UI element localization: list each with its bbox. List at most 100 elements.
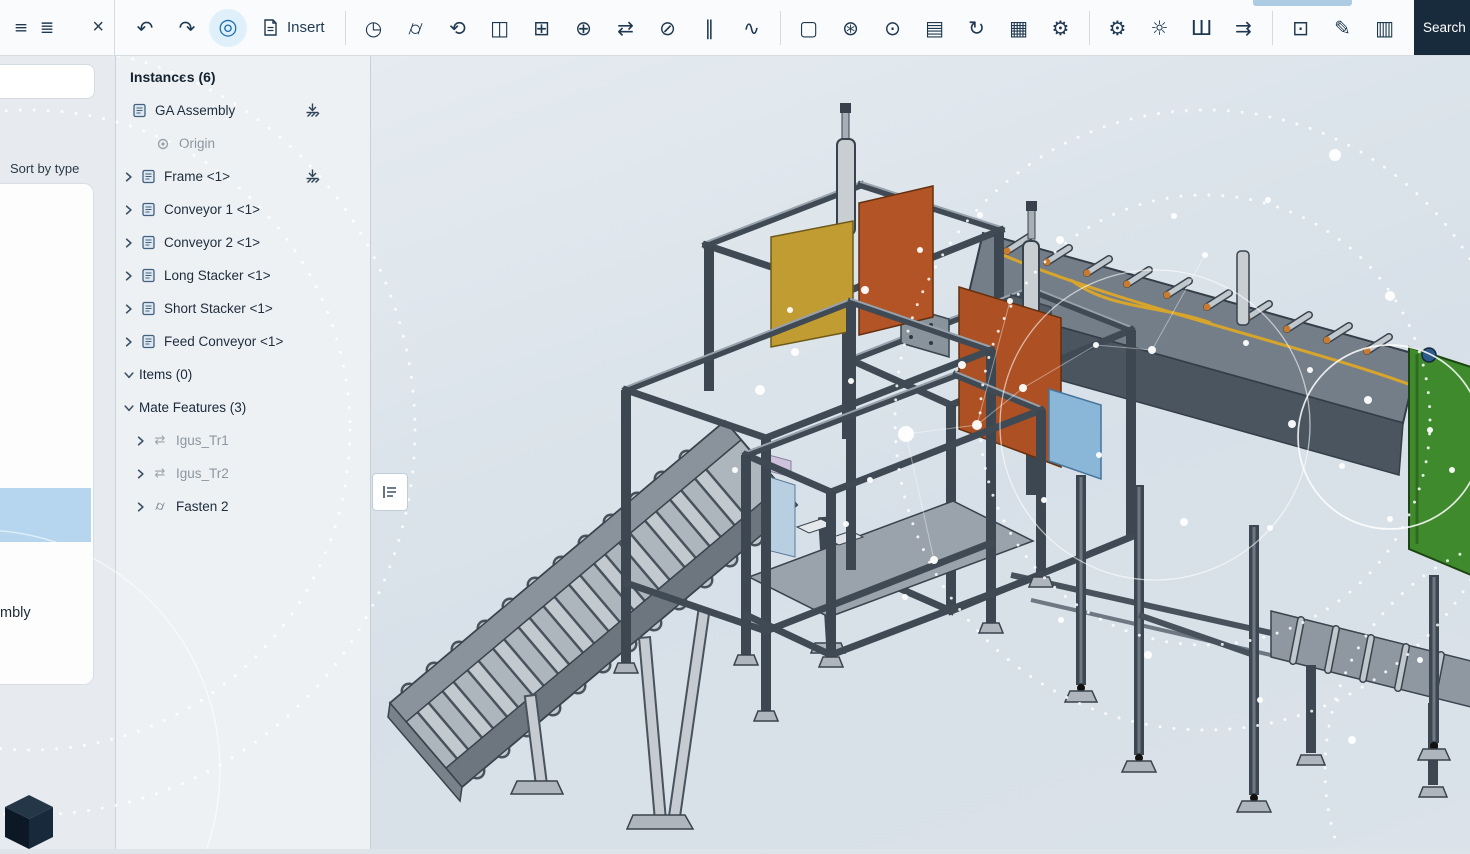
gear-feature-icon[interactable]: ⚙ [1098,8,1138,48]
part-studio-icon [139,267,157,285]
mate-features-list: ⇄ Igus_Tr1 ⇄ Igus_Tr2 ⌭ Fasten 2 [116,424,370,523]
origin-icon [154,135,172,153]
fixed-anchor-icon [304,168,322,185]
instance-label: Frame <1> [164,169,230,184]
instances-parts: Frame <1> Conveyor 1 <1> Conveyor 2 <1> [116,160,370,358]
rack-feature-icon[interactable]: Ш [1182,8,1222,48]
planar-mate-icon[interactable]: ⊞ [522,8,562,48]
display-states-icon[interactable]: ▦ [999,8,1039,48]
mate-features-section-row[interactable]: Mate Features (3) [116,391,370,424]
insert-page-icon [261,18,280,37]
chevron-right-icon[interactable] [121,235,137,251]
mate-icon[interactable]: ⌭ [396,8,436,48]
instance-row[interactable]: Feed Conveyor <1> [116,325,370,358]
replicate-icon[interactable]: ⊛ [831,8,871,48]
slider-mate-icon: ⇄ [151,433,169,448]
items-section-row[interactable]: Items (0) [116,358,370,391]
tangent-mate-icon[interactable]: ∿ [732,8,772,48]
part-studio-icon [139,168,157,186]
ball-mate-icon[interactable]: ⊕ [564,8,604,48]
selected-list-item[interactable] [0,488,91,542]
mate-feature-row[interactable]: ⇄ Igus_Tr1 [116,424,370,457]
chevron-right-icon[interactable] [121,268,137,284]
instance-row[interactable]: Frame <1> [116,160,370,193]
assembly-toolbar-tools: ◷⌭⟲◫⊞⊕⇄⊘∥∿▢⊛⊙▤↻▦⚙⚙☼Ш⇉⊡✎▥ [339,8,1405,48]
undo-icon[interactable]: ↶ [125,8,165,48]
edit-document-icon[interactable]: ✎ [1323,8,1363,48]
bom-icon[interactable]: ▥ [1365,8,1405,48]
insert-label: Insert [287,19,325,36]
window-accent-strip [1253,0,1352,6]
chevron-right-icon[interactable] [121,169,137,185]
panel-toolbar-tools: ≡≣ [8,8,60,48]
chevron-right-icon[interactable] [121,334,137,350]
redo-icon[interactable]: ↷ [167,8,207,48]
instance-row[interactable]: Long Stacker <1> [116,259,370,292]
outline-view-icon[interactable]: ≣ [34,8,60,48]
instance-row[interactable]: Conveyor 2 <1> [116,226,370,259]
mate-features-section-label: Mate Features (3) [139,400,246,415]
instances-panel: Instances (6) GA Assembly Origin Frame <… [116,55,371,849]
spur-gear-icon[interactable]: ☼ [1140,8,1180,48]
parallel-mate-icon[interactable]: ∥ [690,8,730,48]
instance-label: Conveyor 2 <1> [164,235,260,250]
search-label: Search [1423,20,1466,35]
instance-list-toggle-button[interactable] [372,473,408,511]
mate-label: Fasten 2 [176,499,229,514]
chevron-right-icon[interactable] [121,301,137,317]
panel-toolbar: ≡≣ × [0,0,115,55]
mate-feature-row[interactable]: ⌭ Fasten 2 [116,490,370,523]
chevron-right-icon[interactable] [121,202,137,218]
circular-pattern-icon[interactable]: ↻ [957,8,997,48]
configurations-icon[interactable]: ⚙ [1041,8,1081,48]
instance-row[interactable]: Conveyor 1 <1> [116,193,370,226]
instance-label: Long Stacker <1> [164,268,271,283]
toolbar-separator [1272,11,1273,45]
standard-content-icon[interactable]: ⊙ [873,8,913,48]
chain-feature-icon[interactable]: ⇉ [1224,8,1264,48]
part-studio-icon [139,333,157,351]
list-view-icon[interactable]: ≡ [8,8,34,48]
origin-row[interactable]: Origin [116,127,370,160]
chevron-right-icon[interactable] [133,466,149,482]
chevron-down-icon[interactable] [121,400,137,416]
fastened-mate-icon: ⌭ [151,499,169,514]
top-toolbar: ≡≣ × ↶ ↷ ◎ Insert ◷⌭⟲◫⊞⊕⇄⊘∥∿▢⊛⊙▤↻▦⚙⚙☼Ш⇉⊡… [0,0,1470,56]
mate-feature-row[interactable]: ⇄ Igus_Tr2 [116,457,370,490]
slider-mate-icon[interactable]: ⇄ [606,8,646,48]
left-filter-panel: Sort by type mbly [0,55,116,849]
toolbar-separator [345,11,346,45]
brand-cube-logo [0,793,58,849]
linear-pattern-icon[interactable]: ▤ [915,8,955,48]
chevron-right-icon[interactable] [133,499,149,515]
close-panel-icon[interactable]: × [92,16,104,39]
list-item-label[interactable]: mbly [0,605,31,621]
part-studio-icon [139,201,157,219]
insert-button[interactable]: Insert [249,8,337,48]
sort-by-type-label: Sort by type [10,161,79,176]
instances-title: Instances (6) [116,55,370,94]
cylindrical-mate-icon[interactable]: ◫ [480,8,520,48]
viewport-3d[interactable] [371,55,1470,849]
origin-label: Origin [179,136,215,151]
history-icon[interactable]: ◷ [354,8,394,48]
search-box[interactable]: Search [1414,0,1470,55]
slider-mate-icon: ⇄ [151,466,169,481]
toolbar-separator [1089,11,1090,45]
update-revision-icon[interactable]: ◎ [209,9,247,47]
create-drawing-icon[interactable]: ⊡ [1281,8,1321,48]
filter-input[interactable] [0,64,95,99]
chevron-down-icon[interactable] [121,367,137,383]
assembly-root-label: GA Assembly [155,103,235,118]
instance-row[interactable]: Short Stacker <1> [116,292,370,325]
instance-label: Short Stacker <1> [164,301,273,316]
revolute-mate-icon[interactable]: ⟲ [438,8,478,48]
chevron-right-icon[interactable] [133,433,149,449]
assembly-root-row[interactable]: GA Assembly [116,94,370,127]
pin-slot-mate-icon[interactable]: ⊘ [648,8,688,48]
assembly-3d-model[interactable] [371,55,1470,849]
instance-label: Feed Conveyor <1> [164,334,283,349]
assembly-toolbar: ↶ ↷ ◎ Insert ◷⌭⟲◫⊞⊕⇄⊘∥∿▢⊛⊙▤↻▦⚙⚙☼Ш⇉⊡✎▥ [115,8,1470,48]
group-icon[interactable]: ▢ [789,8,829,48]
mate-label: Igus_Tr2 [176,466,229,481]
